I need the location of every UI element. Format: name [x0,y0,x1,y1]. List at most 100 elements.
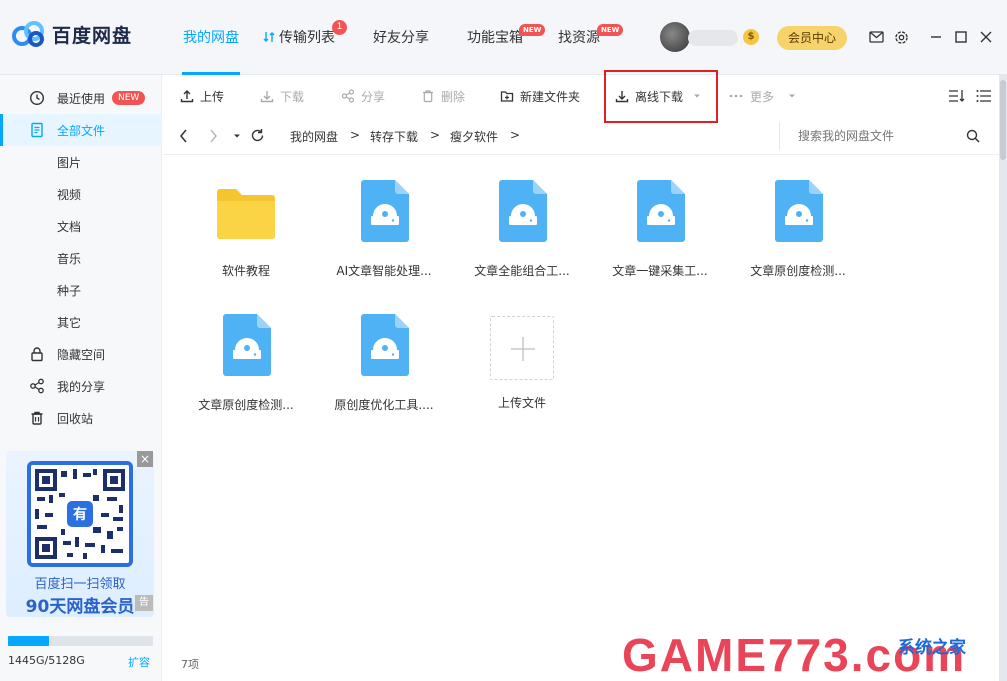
sidebar-item-music[interactable]: 音乐 [0,242,162,274]
sidebar-item-label: 隐藏空间 [57,347,106,362]
sidebar-item-documents[interactable]: 文档 [0,210,162,242]
disc-image-file-icon [775,180,823,242]
avatar[interactable] [660,22,690,52]
file-item-folder[interactable]: 软件教程 [187,180,305,290]
document-icon [31,122,43,138]
clock-icon [29,90,45,106]
disc-image-file-icon [223,314,271,376]
file-name: 文章全能组合工... [474,264,570,278]
delete-button[interactable]: 删除 [421,75,465,117]
forward-arrow-icon[interactable] [208,129,218,143]
file-name: 文章一键采集工... [612,264,708,278]
mail-icon[interactable] [867,28,885,46]
plus-icon [511,337,535,361]
trash-icon [31,411,43,425]
baidu-cloud-logo-icon [12,21,44,47]
breadcrumb-current-folder[interactable]: 瘦夕软件 [450,128,498,145]
file-name: AI文章智能处理... [336,264,432,278]
nav-transfer-list[interactable]: 传输列表 [279,27,335,47]
nav-my-drive[interactable]: 我的网盘 [183,27,239,47]
expand-storage-link[interactable]: 扩容 [128,654,150,670]
app-logo[interactable]: 百度网盘 [12,20,132,48]
refresh-icon[interactable] [250,128,265,143]
download-button[interactable]: 下载 [260,75,304,117]
sidebar-item-my-shares[interactable]: 我的分享 [0,370,162,402]
file-item[interactable]: 文章原创度检测... [187,314,305,424]
app-name: 百度网盘 [52,24,133,47]
breadcrumb-transfer-downloads[interactable]: 转存下载 [370,128,418,145]
delete-label: 删除 [441,89,466,104]
nav-friend-share[interactable]: 好友分享 [373,27,429,47]
back-arrow-icon[interactable] [179,129,189,143]
svg-text:有: 有 [73,506,87,523]
transfer-count-badge: 1 [332,20,347,35]
sidebar-item-label: 回收站 [57,411,94,426]
sort-icon[interactable] [948,75,972,117]
disc-image-file-icon [361,314,409,376]
file-item[interactable]: 文章原创度检测... [739,180,857,290]
scrollbar-thumb[interactable] [1000,80,1006,160]
upload-icon [180,90,194,103]
sidebar-item-label: 其它 [57,315,82,330]
disc-image-file-icon [499,180,547,242]
close-icon[interactable] [977,28,995,46]
search-input[interactable] [779,122,979,150]
sidebar-item-videos[interactable]: 视频 [0,178,162,210]
sidebar-item-other[interactable]: 其它 [0,306,162,338]
sidebar-item-all-files[interactable]: 全部文件 [0,114,162,146]
qr-code-image: 有 [27,461,133,567]
ad-label: 告 [135,595,153,611]
sidebar-item-label: 我的分享 [57,379,106,394]
sidebar-item-hidden-space[interactable]: 隐藏空间 [0,338,162,370]
share-icon [30,378,44,394]
upload-button[interactable]: 上传 [180,75,224,117]
file-name: 文章原创度检测... [750,264,846,278]
file-name: 上传文件 [497,396,546,410]
nav-find-resources[interactable]: 找资源 [558,27,600,47]
sidebar-item-recent[interactable]: 最近使用 NEW [0,82,162,114]
list-view-icon[interactable] [976,75,998,117]
trash-icon [423,90,433,103]
username-blurred[interactable] [688,30,738,46]
top-bar: 百度网盘 我的网盘 传输列表 1 好友分享 功能宝箱 NEW 找资源 NEW $… [0,0,1007,75]
sidebar-item-recycle-bin[interactable]: 回收站 [0,402,162,434]
sidebar-item-label: 文档 [57,219,82,234]
disc-image-file-icon [637,180,685,242]
file-item[interactable]: 文章全能组合工... [463,180,581,290]
upload-file-tile[interactable]: 上传文件 [463,316,581,426]
more-button[interactable]: 更多 [728,75,796,117]
offline-download-highlight-box [604,70,718,123]
new-folder-button[interactable]: 新建文件夹 [500,75,580,117]
storage-usage-bar [8,636,153,646]
share-button[interactable]: 分享 [341,75,385,117]
file-item[interactable]: 文章一键采集工... [601,180,719,290]
coin-icon[interactable]: $ [743,29,759,45]
more-label: 更多 [750,89,775,104]
breadcrumb-my-drive[interactable]: 我的网盘 [290,128,338,145]
file-item[interactable]: 原创度优化工具.... [325,314,443,424]
vertical-scrollbar[interactable] [999,75,1007,681]
more-dots-icon [729,94,743,98]
sidebar-item-images[interactable]: 图片 [0,146,162,178]
file-item[interactable]: AI文章智能处理... [325,180,443,290]
resources-new-badge: NEW [597,24,624,36]
new-folder-label: 新建文件夹 [520,89,581,104]
breadcrumb-separator: > [510,128,521,142]
upload-placeholder-box[interactable] [490,316,554,380]
sidebar-item-torrents[interactable]: 种子 [0,274,162,306]
disc-image-file-icon [361,180,409,242]
search-icon[interactable] [966,129,980,143]
recent-new-badge: NEW [112,91,146,105]
maximize-icon[interactable] [952,28,970,46]
folder-icon [217,189,275,239]
history-dropdown-icon[interactable] [233,132,241,140]
file-name: 软件教程 [221,264,270,278]
watermark-site: 系统之家 [898,638,966,658]
nav-toolbox[interactable]: 功能宝箱 [467,27,523,47]
settings-gear-icon[interactable] [892,28,910,46]
sidebar-item-label: 最近使用 [57,91,106,106]
minimize-icon[interactable] [927,28,945,46]
file-name: 原创度优化工具.... [334,398,434,412]
promo-close-button[interactable]: × [137,451,153,467]
vip-center-button[interactable]: 会员中心 [777,26,847,50]
